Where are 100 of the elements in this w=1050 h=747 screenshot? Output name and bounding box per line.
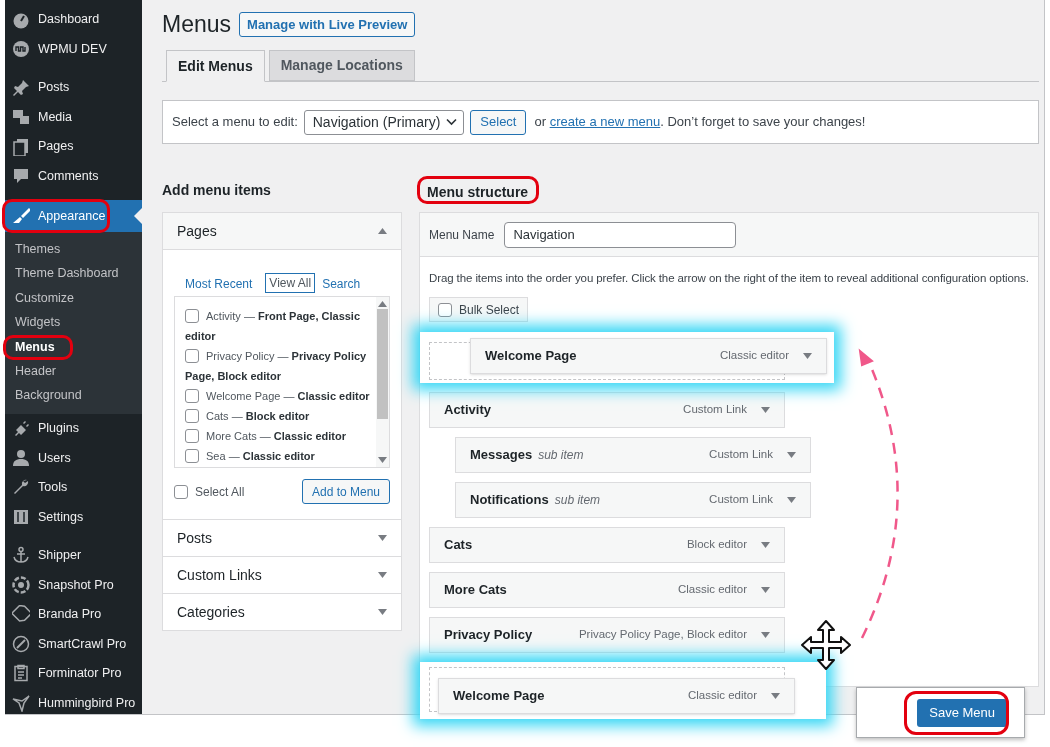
sidebar-item[interactable]: WPMU DEV bbox=[5, 34, 142, 64]
filter-tab[interactable]: Most Recent bbox=[182, 275, 256, 293]
media-icon bbox=[12, 108, 30, 127]
page-title: Menus bbox=[162, 10, 232, 39]
page-option[interactable]: Welcome Page — Classic editor bbox=[185, 386, 374, 406]
menu-item[interactable]: Cats Block editor bbox=[429, 526, 785, 563]
current-pointer-icon bbox=[134, 208, 142, 224]
tab[interactable]: Edit Menus bbox=[166, 50, 265, 82]
instructions-text: Drag the items into the order you prefer. Click the arrow on the right of the item to reveal additional configuration options. bbox=[429, 271, 1029, 286]
submenu-item[interactable]: Theme Dashboard bbox=[5, 261, 142, 286]
expand-arrow-icon bbox=[761, 586, 770, 593]
accordion-header[interactable]: Posts bbox=[163, 519, 401, 556]
menu-item[interactable]: Messages sub item Custom Link bbox=[455, 436, 811, 473]
brush-icon bbox=[12, 207, 30, 225]
select-button[interactable]: Select bbox=[470, 109, 527, 135]
submenu-item[interactable]: Widgets bbox=[5, 310, 142, 335]
sidebar-item[interactable]: Shipper bbox=[5, 540, 142, 571]
scroll-down-icon bbox=[378, 457, 387, 463]
menu-item[interactable]: More Cats Classic editor bbox=[429, 571, 785, 608]
sidebar-item[interactable]: Snapshot Pro bbox=[5, 570, 142, 600]
expand-arrow-icon bbox=[378, 535, 387, 541]
expand-arrow-icon bbox=[761, 406, 770, 413]
clipboard-icon bbox=[12, 664, 30, 683]
sidebar-item[interactable]: Media bbox=[5, 102, 142, 132]
user-icon bbox=[12, 449, 30, 467]
submenu-item[interactable]: Header bbox=[5, 358, 142, 384]
expand-arrow-icon bbox=[787, 496, 796, 503]
add-to-menu-button[interactable]: Add to Menu bbox=[301, 479, 390, 504]
item-type-label: Classic editor bbox=[687, 687, 757, 703]
menu-dropdown[interactable]: Navigation (Primary) bbox=[303, 109, 465, 135]
checkbox[interactable] bbox=[185, 389, 199, 403]
wave-logo-icon bbox=[12, 40, 30, 59]
item-type-label: Custom Link bbox=[709, 446, 773, 462]
expand-arrow-icon bbox=[803, 352, 812, 359]
item-type-label: Custom Link bbox=[709, 491, 773, 507]
sidebar-item[interactable]: Comments bbox=[5, 161, 142, 191]
menu-name-field[interactable]: Navigation bbox=[504, 221, 737, 248]
select-all-checkbox[interactable]: Select All bbox=[174, 482, 245, 501]
page-option[interactable]: Activity — Front Page, Classic editor bbox=[185, 306, 374, 346]
checkbox[interactable] bbox=[185, 409, 199, 423]
expand-arrow-icon bbox=[787, 451, 796, 458]
section-heading: Menu structure bbox=[427, 182, 529, 202]
scrollbar[interactable] bbox=[376, 297, 389, 467]
expand-arrow-icon bbox=[771, 692, 780, 699]
bulk-select-button[interactable]: Bulk Select bbox=[429, 297, 529, 322]
circle-slash-icon bbox=[12, 635, 30, 653]
checkbox[interactable] bbox=[185, 449, 199, 463]
collapse-arrow-icon bbox=[378, 228, 387, 234]
sidebar-item[interactable]: Branda Pro bbox=[5, 599, 142, 630]
page-option[interactable]: Cats — Block editor bbox=[185, 406, 374, 426]
wrench-icon bbox=[12, 478, 30, 497]
sidebar-item[interactable]: Tools bbox=[5, 472, 142, 503]
live-preview-button[interactable]: Manage with Live Preview bbox=[239, 12, 416, 37]
menu-item[interactable]: Privacy Policy Privacy Policy Page, Block editor bbox=[429, 616, 785, 653]
sidebar-item[interactable]: SmartCrawl Pro bbox=[5, 629, 142, 659]
submenu-item[interactable]: Themes bbox=[5, 237, 142, 262]
menu-item[interactable]: Welcome Page Classic editor bbox=[438, 677, 795, 714]
menu-name-label: Menu Name bbox=[429, 226, 495, 244]
submenu-item[interactable]: Background bbox=[5, 383, 142, 408]
pages-icon bbox=[12, 137, 30, 156]
checkbox[interactable] bbox=[185, 349, 199, 363]
page-option[interactable]: Sea — Classic editor bbox=[185, 446, 374, 466]
expand-arrow-icon bbox=[378, 609, 387, 615]
filter-tab[interactable]: Search bbox=[319, 275, 364, 293]
sidebar-item[interactable]: Pages bbox=[5, 132, 142, 162]
item-type-label: Classic editor bbox=[677, 581, 747, 597]
anchor-icon bbox=[12, 546, 30, 565]
menu-item[interactable]: Activity Custom Link bbox=[429, 391, 785, 428]
page-option[interactable]: Privacy Policy — Privacy Policy Page, Block editor bbox=[185, 346, 374, 386]
sidebar-item[interactable]: Hummingbird Pro bbox=[5, 688, 142, 718]
submenu-item[interactable]: Menus bbox=[5, 334, 142, 359]
checkbox[interactable] bbox=[185, 429, 199, 443]
sidebar-item[interactable]: Forminator Pro bbox=[5, 658, 142, 689]
tab[interactable]: Manage Locations bbox=[268, 50, 415, 81]
accordion-header[interactable]: Pages bbox=[163, 213, 401, 250]
accordion-header[interactable]: Custom Links bbox=[163, 556, 401, 593]
chevron-down-icon bbox=[446, 118, 458, 126]
item-type-label: Custom Link bbox=[683, 401, 747, 417]
accordion-header[interactable]: Categories bbox=[163, 593, 401, 630]
checkbox[interactable] bbox=[185, 309, 199, 323]
sidebar-item[interactable]: Dashboard bbox=[5, 5, 142, 35]
save-menu-button[interactable]: Save Menu bbox=[917, 698, 1007, 727]
checkbox[interactable] bbox=[438, 302, 452, 317]
menu-item[interactable]: Notifications sub item Custom Link bbox=[455, 481, 811, 518]
sidebar-item[interactable]: Users bbox=[5, 443, 142, 473]
filter-tab[interactable]: View All bbox=[265, 273, 316, 293]
sidebar-item[interactable]: Settings bbox=[5, 502, 142, 532]
section-heading: Add menu items bbox=[162, 181, 272, 200]
scroll-up-icon bbox=[378, 301, 387, 307]
submenu-item[interactable]: Customize bbox=[5, 285, 142, 311]
menu-item[interactable]: Welcome Page Classic editor bbox=[470, 337, 827, 374]
save-reminder-text: or create a new menu. Don’t forget to save your changes! bbox=[534, 113, 866, 132]
expand-arrow-icon bbox=[761, 631, 770, 638]
sidebar-item[interactable]: Posts bbox=[5, 73, 142, 103]
sidebar-item[interactable]: Plugins bbox=[5, 413, 142, 444]
sidebar-item[interactable]: Appearance bbox=[5, 200, 142, 232]
select-label: Select a menu to edit: bbox=[172, 113, 298, 132]
item-type-label: Block editor bbox=[686, 536, 747, 552]
page-option[interactable]: More Cats — Classic editor bbox=[185, 426, 374, 446]
sub-item-note: sub item bbox=[538, 446, 584, 464]
